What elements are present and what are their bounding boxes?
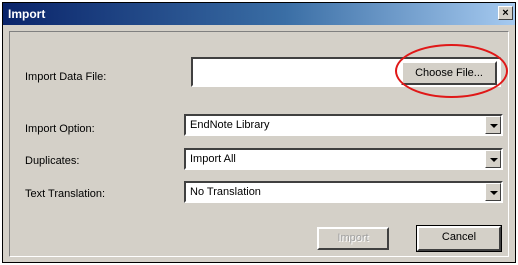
- import-data-file-label: Import Data File:: [25, 71, 107, 83]
- duplicates-value: Import All: [190, 153, 236, 165]
- dialog-title: Import: [8, 7, 46, 21]
- text-translation-label: Text Translation:: [25, 188, 106, 200]
- duplicates-select[interactable]: Import All: [184, 148, 503, 170]
- chevron-down-icon[interactable]: [485, 116, 501, 134]
- import-option-select[interactable]: EndNote Library: [184, 114, 503, 136]
- text-translation-value: No Translation: [190, 186, 261, 198]
- duplicates-label: Duplicates:: [25, 155, 80, 167]
- chevron-down-icon[interactable]: [485, 183, 501, 201]
- text-translation-select[interactable]: No Translation: [184, 181, 503, 203]
- cancel-button[interactable]: Cancel: [416, 225, 502, 252]
- close-icon[interactable]: ×: [498, 6, 513, 20]
- import-option-label: Import Option:: [25, 123, 95, 135]
- choose-file-button[interactable]: Choose File...: [401, 61, 497, 85]
- import-option-value: EndNote Library: [190, 119, 270, 131]
- import-button[interactable]: Import: [317, 227, 389, 250]
- chevron-down-icon[interactable]: [485, 150, 501, 168]
- title-bar: Import ×: [3, 3, 515, 25]
- import-dialog: Import × Import Data File: Choose File..…: [2, 2, 516, 263]
